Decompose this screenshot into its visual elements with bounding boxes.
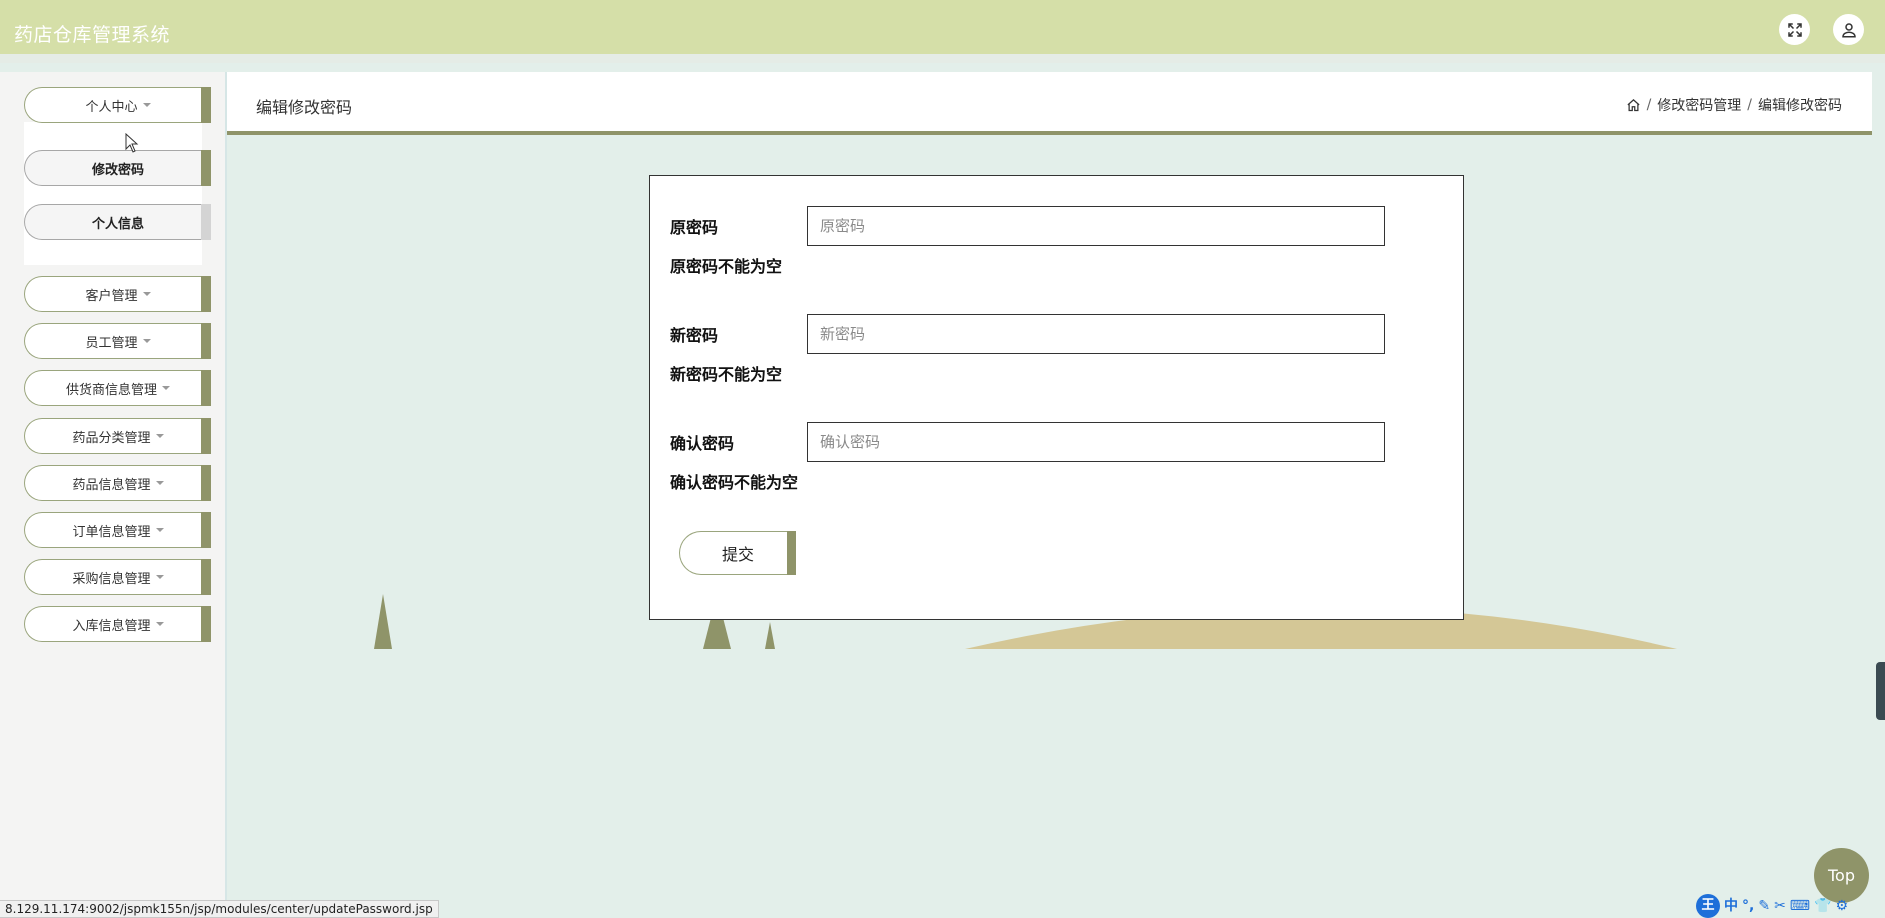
- password-form: 原密码 原密码不能为空 新密码 新密码不能为空 确认密码 确认密码不能为空 提交: [649, 175, 1464, 620]
- breadcrumb-separator: /: [1747, 97, 1752, 113]
- breadcrumb-separator: /: [1646, 97, 1652, 113]
- breadcrumb-item-current: 编辑修改密码: [1758, 98, 1842, 114]
- pen-icon[interactable]: ✎: [1758, 896, 1770, 916]
- sidebar-item-employees[interactable]: 员工管理: [24, 323, 211, 359]
- old-password-error: 原密码不能为空: [670, 257, 783, 276]
- sidebar-item-label: 订单信息管理: [72, 524, 151, 540]
- new-password-error: 新密码不能为空: [670, 365, 783, 384]
- sidebar-item-personal-center[interactable]: 个人中心: [24, 87, 211, 123]
- confirm-password-label: 确认密码: [670, 434, 735, 453]
- sidebar-item-purchases[interactable]: 采购信息管理: [24, 559, 211, 595]
- submenu-panel: [24, 122, 202, 265]
- sidebar-item-label: 入库信息管理: [72, 618, 151, 634]
- submenu-item-label: 个人信息: [91, 216, 144, 232]
- caret-down-icon: [155, 481, 164, 485]
- submenu-item-change-password[interactable]: 修改密码: [24, 150, 211, 186]
- sidebar-item-drug-info[interactable]: 药品信息管理: [24, 465, 211, 501]
- sidebar-item-label: 药品分类管理: [72, 430, 151, 446]
- submit-button[interactable]: 提交: [679, 531, 796, 575]
- punctuation-icon[interactable]: °,: [1742, 896, 1754, 916]
- caret-down-icon: [155, 434, 164, 438]
- sidebar-item-customers[interactable]: 客户管理: [24, 276, 211, 312]
- ime-logo-icon[interactable]: 王: [1696, 894, 1720, 918]
- content-header: 编辑修改密码 / 修改密码管理 / 编辑修改密码: [227, 72, 1872, 135]
- scissors-icon[interactable]: ✂: [1774, 896, 1786, 916]
- sidebar-item-label: 采购信息管理: [72, 571, 151, 587]
- skin-icon[interactable]: 👕: [1814, 896, 1831, 916]
- side-panel-handle[interactable]: [1876, 662, 1885, 720]
- settings-icon[interactable]: ⚙: [1835, 896, 1848, 916]
- sidebar-item-stock-in[interactable]: 入库信息管理: [24, 606, 211, 642]
- ime-toolbar: 王 中 °, ✎ ✂ ⌨ 👕 ⚙: [1694, 894, 1885, 918]
- sidebar-item-label: 客户管理: [85, 288, 138, 304]
- sidebar-item-label: 药品信息管理: [72, 477, 151, 493]
- sidebar-item-label: 供货商信息管理: [65, 382, 157, 398]
- keyboard-icon[interactable]: ⌨: [1790, 896, 1810, 916]
- sidebar-item-drug-categories[interactable]: 药品分类管理: [24, 418, 211, 454]
- caret-down-icon: [155, 575, 164, 579]
- submenu-item-label: 修改密码: [91, 162, 144, 178]
- breadcrumb: / 修改密码管理 / 编辑修改密码: [1626, 95, 1842, 115]
- confirm-password-error: 确认密码不能为空: [670, 473, 799, 492]
- old-password-label: 原密码: [670, 218, 719, 237]
- new-password-input[interactable]: [807, 314, 1385, 354]
- caret-down-icon: [155, 528, 164, 532]
- confirm-password-input[interactable]: [807, 422, 1385, 462]
- sidebar-item-orders[interactable]: 订单信息管理: [24, 512, 211, 548]
- ime-mode-indicator[interactable]: 中: [1724, 896, 1738, 916]
- caret-down-icon: [142, 103, 151, 107]
- caret-down-icon: [142, 292, 151, 296]
- breadcrumb-item[interactable]: 修改密码管理: [1657, 95, 1741, 115]
- caret-down-icon: [155, 622, 164, 626]
- caret-down-icon: [142, 339, 151, 343]
- home-icon[interactable]: [1626, 98, 1641, 113]
- submenu-item-personal-info[interactable]: 个人信息: [24, 204, 211, 240]
- sidebar-item-label: 员工管理: [85, 335, 138, 351]
- sidebar-item-label: 个人中心: [85, 99, 138, 115]
- sidebar-item-suppliers[interactable]: 供货商信息管理: [24, 370, 211, 406]
- mouse-cursor-icon: [125, 133, 139, 153]
- status-bar-url: 8.129.11.174:9002/jspmk155n/jsp/modules/…: [0, 900, 439, 918]
- new-password-label: 新密码: [670, 326, 719, 345]
- old-password-input[interactable]: [807, 206, 1385, 246]
- caret-down-icon: [162, 386, 170, 390]
- page-title: 编辑修改密码: [256, 98, 353, 117]
